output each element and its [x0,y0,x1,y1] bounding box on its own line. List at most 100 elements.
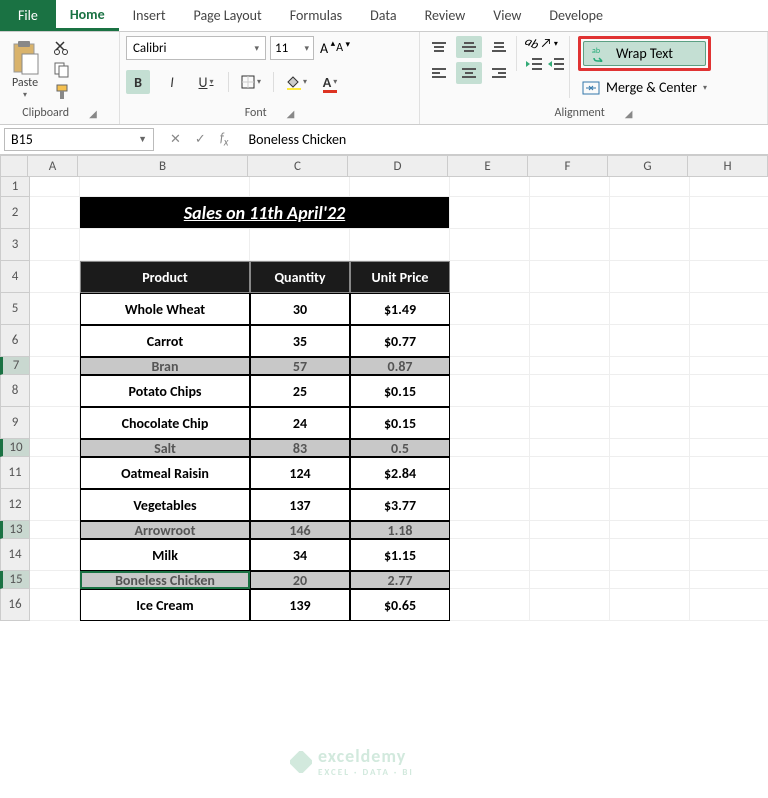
fill-color-button[interactable]: ▾ [284,70,308,94]
cell[interactable] [610,197,690,229]
align-top-button[interactable] [426,36,452,58]
fx-button[interactable]: fx [220,131,229,149]
cell[interactable] [690,261,768,293]
name-box[interactable]: B15▼ [4,128,154,151]
cell[interactable] [530,197,610,229]
cell[interactable] [30,375,80,407]
table-cell[interactable]: Carrot [80,325,250,357]
tab-formulas[interactable]: Formulas [276,0,356,31]
increase-indent-button[interactable] [547,57,565,71]
row-header-16[interactable]: 16 [0,589,30,621]
format-painter-button[interactable] [52,84,72,100]
cancel-formula-button[interactable]: ✕ [170,132,181,147]
cell[interactable] [690,539,768,571]
cell[interactable] [30,261,80,293]
table-cell[interactable]: Milk [80,539,250,571]
cell[interactable] [530,261,610,293]
cell[interactable] [30,357,80,375]
increase-font-button[interactable]: A▴ [318,40,330,57]
cell[interactable] [80,229,250,261]
cell[interactable] [690,521,768,539]
tab-view[interactable]: View [479,0,535,31]
cell[interactable] [30,539,80,571]
table-cell[interactable]: $0.15 [350,407,450,439]
cell[interactable] [30,439,80,457]
table-header[interactable]: Unit Price [350,261,450,293]
table-cell[interactable]: 30 [250,293,350,325]
column-header-D[interactable]: D [348,155,448,177]
table-cell[interactable]: 24 [250,407,350,439]
cell[interactable] [530,489,610,521]
table-cell[interactable]: Vegetables [80,489,250,521]
tab-data[interactable]: Data [356,0,410,31]
row-header-5[interactable]: 5 [0,293,30,325]
cell[interactable] [610,375,690,407]
font-size-select[interactable]: 11▾ [270,36,314,60]
table-header[interactable]: Quantity [250,261,350,293]
table-cell[interactable]: 124 [250,457,350,489]
cell[interactable] [690,375,768,407]
table-cell[interactable]: $0.77 [350,325,450,357]
cell[interactable] [530,357,610,375]
row-header-11[interactable]: 11 [0,457,30,489]
decrease-font-button[interactable]: A▾ [334,41,345,55]
table-cell[interactable]: Oatmeal Raisin [80,457,250,489]
formula-input[interactable]: Boneless Chicken [240,129,768,150]
cell[interactable] [530,293,610,325]
cell[interactable] [450,197,530,229]
cell[interactable] [530,407,610,439]
tab-home[interactable]: Home [56,0,119,31]
cell[interactable] [30,589,80,621]
cell[interactable] [530,439,610,457]
row-header-9[interactable]: 9 [0,407,30,439]
cell[interactable] [450,325,530,357]
table-cell[interactable]: $0.15 [350,375,450,407]
table-cell[interactable]: 0.5 [350,439,450,457]
tab-page-layout[interactable]: Page Layout [180,0,276,31]
cell[interactable] [530,375,610,407]
tab-developer[interactable]: Develope [535,0,617,31]
table-cell[interactable]: Chocolate Chip [80,407,250,439]
table-cell[interactable]: Boneless Chicken [80,571,250,589]
cell[interactable] [610,521,690,539]
row-header-8[interactable]: 8 [0,375,30,407]
table-cell[interactable]: $3.77 [350,489,450,521]
cell[interactable] [30,177,80,197]
column-header-B[interactable]: B [78,155,248,177]
table-cell[interactable]: 25 [250,375,350,407]
column-header-A[interactable]: A [28,155,78,177]
cell[interactable] [450,293,530,325]
cell[interactable] [450,589,530,621]
cell[interactable] [30,197,80,229]
cell[interactable] [530,539,610,571]
column-header-G[interactable]: G [608,155,688,177]
cell[interactable] [30,521,80,539]
table-title[interactable]: Sales on 11th April'22 [80,197,450,229]
font-color-button[interactable]: A▾ [318,70,342,94]
font-name-select[interactable]: Calibri▾ [126,36,266,60]
tab-insert[interactable]: Insert [119,0,180,31]
row-header-14[interactable]: 14 [0,539,30,571]
row-header-15[interactable]: 15 [0,571,30,589]
cell[interactable] [450,539,530,571]
cell[interactable] [530,177,610,197]
cell[interactable] [610,589,690,621]
cell[interactable] [450,177,530,197]
row-header-10[interactable]: 10 [0,439,30,457]
cell[interactable] [610,357,690,375]
enter-formula-button[interactable]: ✓ [195,132,206,147]
cell[interactable] [610,457,690,489]
table-cell[interactable]: 2.77 [350,571,450,589]
table-cell[interactable]: Potato Chips [80,375,250,407]
cell[interactable] [350,177,450,197]
cell[interactable] [690,293,768,325]
cell[interactable] [30,457,80,489]
copy-button[interactable] [52,62,72,78]
table-cell[interactable]: Arrowroot [80,521,250,539]
wrap-text-button[interactable]: ab Wrap Text [583,41,706,66]
cell[interactable] [450,229,530,261]
align-middle-button[interactable] [456,36,482,58]
cell[interactable] [690,357,768,375]
cell[interactable] [690,197,768,229]
cell[interactable] [610,439,690,457]
